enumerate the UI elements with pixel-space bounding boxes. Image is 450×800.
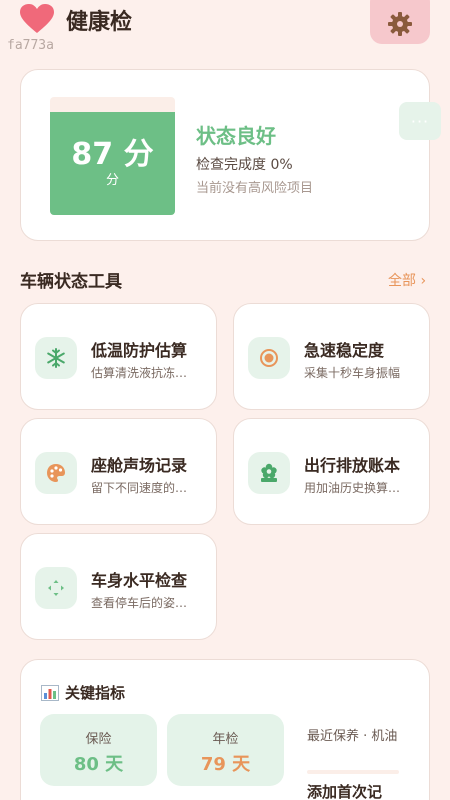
metric-label: 保险 bbox=[85, 732, 112, 747]
tool-title: 急速稳定度 bbox=[304, 341, 385, 360]
tool-desc: 留下不同速度的… bbox=[91, 481, 188, 495]
tool-desc: 估算清洗液抗冻… bbox=[91, 366, 188, 380]
tool-desc: 采集十秒车身振幅 bbox=[304, 366, 401, 380]
section-title: 车辆状态工具 bbox=[20, 272, 122, 292]
tool-title: 出行排放账本 bbox=[304, 456, 401, 475]
tool-card-level-check[interactable]: 车身水平检查 查看停车后的姿… bbox=[20, 533, 217, 640]
gear-icon bbox=[388, 12, 412, 36]
key-metrics-card: 关键指标 保险 80 天 年检 79 天 最近保养 · 机油 添加首次记 bbox=[20, 659, 430, 800]
app-title: 健康检 bbox=[66, 10, 133, 35]
score-value: 87 分 bbox=[71, 137, 154, 172]
settings-button[interactable] bbox=[370, 0, 430, 44]
metrics-header: 关键指标 bbox=[41, 682, 125, 703]
more-button[interactable]: ··· bbox=[399, 102, 441, 140]
bar-chart-icon bbox=[41, 684, 59, 701]
add-first-record-link[interactable]: 添加首次记 bbox=[307, 781, 382, 800]
metric-value: 80 天 bbox=[73, 754, 124, 775]
metrics-title: 关键指标 bbox=[65, 684, 126, 702]
status-title: 状态良好 bbox=[196, 124, 276, 148]
recent-maintenance-label: 最近保养 · 机油 bbox=[307, 729, 398, 744]
health-score-gauge: 87 分 分 bbox=[50, 97, 175, 215]
palette-icon bbox=[35, 452, 77, 494]
tool-desc: 用加油历史换算… bbox=[304, 481, 401, 495]
heart-icon bbox=[20, 4, 54, 34]
recent-maintenance-bar bbox=[307, 770, 399, 774]
tool-title: 车身水平检查 bbox=[91, 571, 188, 590]
tool-card-emission[interactable]: 出行排放账本 用加油历史换算… bbox=[233, 418, 430, 525]
move-arrows-icon bbox=[35, 567, 77, 609]
tool-desc: 查看停车后的姿… bbox=[91, 596, 188, 610]
metric-value: 79 天 bbox=[200, 754, 251, 775]
target-icon bbox=[248, 337, 290, 379]
inspection-metric[interactable]: 年检 79 天 bbox=[167, 714, 284, 786]
tool-card-stability[interactable]: 急速稳定度 采集十秒车身振幅 bbox=[233, 303, 430, 410]
view-all-link[interactable]: 全部 › bbox=[388, 270, 426, 290]
status-card[interactable]: 87 分 分 状态良好 检查完成度 0% 当前没有高风险项目 ··· bbox=[20, 69, 441, 241]
tool-title: 低温防护估算 bbox=[91, 341, 188, 360]
tool-card-low-temp[interactable]: 低温防护估算 估算清洗液抗冻… bbox=[20, 303, 217, 410]
snowflake-icon bbox=[35, 337, 77, 379]
flower-icon bbox=[248, 452, 290, 494]
metric-label: 年检 bbox=[212, 732, 239, 747]
insurance-metric[interactable]: 保险 80 天 bbox=[40, 714, 157, 786]
tool-card-cabin-sound[interactable]: 座舱声场记录 留下不同速度的… bbox=[20, 418, 217, 525]
check-progress: 检查完成度 0% bbox=[196, 157, 293, 173]
tool-title: 座舱声场记录 bbox=[91, 456, 188, 475]
app-header: 健康检 fa773a bbox=[0, 0, 450, 70]
risk-summary: 当前没有高风险项目 bbox=[196, 181, 314, 196]
app-id-label: fa773a bbox=[7, 38, 54, 53]
score-unit: 分 bbox=[105, 173, 119, 188]
